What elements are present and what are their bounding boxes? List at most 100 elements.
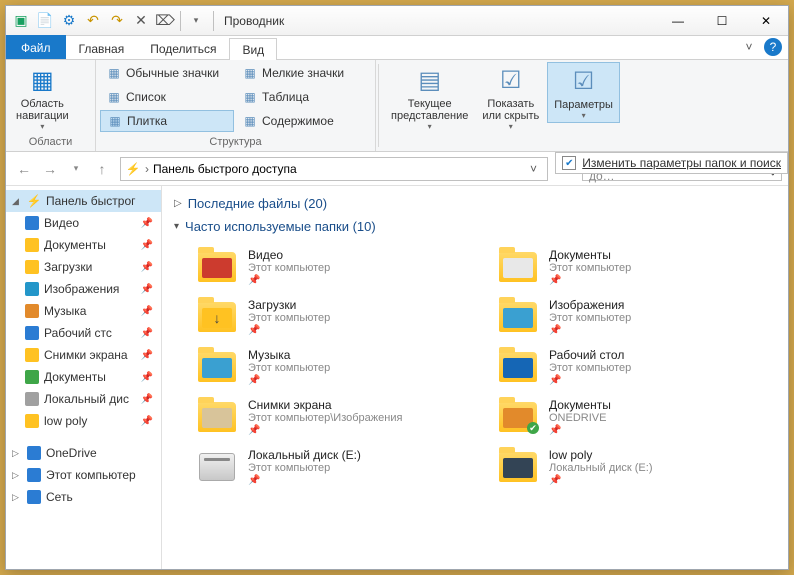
- sidebar-item-docs2[interactable]: Документы📌: [6, 366, 161, 388]
- sidebar-root-thispc[interactable]: ▷Этот компьютер: [6, 464, 161, 486]
- quick-access-star-icon: ⚡: [26, 193, 42, 209]
- quick-access-icon: ⚡: [125, 161, 141, 177]
- folder-location: Этот компьютер: [549, 362, 631, 374]
- folder-icon: [198, 402, 236, 432]
- sidebar-item-desktop[interactable]: Рабочий стс📌: [6, 322, 161, 344]
- layout-content[interactable]: ▦Содержимое: [236, 110, 370, 132]
- maximize-button[interactable]: ☐: [700, 7, 744, 35]
- sidebar-item-video[interactable]: Видео📌: [6, 212, 161, 234]
- folder-location: Этот компьютер: [248, 362, 330, 374]
- layout-icon: ▦: [242, 113, 258, 129]
- sidebar-item-docs[interactable]: Документы📌: [6, 234, 161, 256]
- folder-icon: [499, 452, 537, 482]
- folder-name: Изображения: [549, 298, 631, 312]
- options-submenu[interactable]: ✔ Изменить параметры папок и поиск: [555, 152, 788, 174]
- folder-icon: [499, 252, 537, 282]
- tab-file[interactable]: Файл: [6, 35, 66, 59]
- navigation-pane-button[interactable]: ▦ Область навигации ▾: [10, 62, 75, 133]
- back-button[interactable]: ←: [12, 157, 36, 181]
- folder-name: Документы: [549, 398, 611, 412]
- folder-name: Видео: [248, 248, 330, 262]
- address-text: Панель быстрого доступа: [153, 162, 297, 176]
- ribbon-collapse-icon[interactable]: ˅: [740, 38, 758, 56]
- qat-cut-icon[interactable]: ✕: [130, 10, 152, 32]
- folder-icon: [24, 391, 40, 407]
- group-layout-label: Структура: [100, 135, 371, 149]
- folder-tile[interactable]: ↓ЗагрузкиЭтот компьютер📌: [194, 294, 475, 340]
- folder-location: Этот компьютер: [549, 312, 631, 324]
- folder-tile[interactable]: ИзображенияЭтот компьютер📌: [495, 294, 776, 340]
- sidebar-item-lowpoly[interactable]: low poly📌: [6, 410, 161, 432]
- ribbon-tabs: Файл Главная Поделиться Вид ˅ ?: [6, 36, 788, 60]
- up-button[interactable]: ↑: [90, 157, 114, 181]
- address-dropdown-icon[interactable]: ˅: [524, 162, 543, 176]
- section-recent-files[interactable]: ▷ Последние файлы (20): [174, 194, 776, 217]
- minimize-button[interactable]: —: [656, 7, 700, 35]
- qat-new-file-icon[interactable]: 📄: [34, 10, 56, 32]
- folder-tile[interactable]: ДокументыЭтот компьютер📌: [495, 244, 776, 290]
- folder-icon: ✔: [499, 402, 537, 432]
- sidebar-root-onedrive[interactable]: ▷OneDrive: [6, 442, 161, 464]
- checkbox-icon: ✔: [562, 156, 576, 170]
- sidebar-item-disk_e[interactable]: Локальный дис📌: [6, 388, 161, 410]
- tab-home[interactable]: Главная: [66, 37, 138, 59]
- layout-icon: ▦: [107, 113, 123, 129]
- folder-tile[interactable]: ВидеоЭтот компьютер📌: [194, 244, 475, 290]
- folder-tile[interactable]: low polyЛокальный диск (E:)📌: [495, 444, 776, 490]
- options-icon: ☑: [568, 65, 600, 97]
- navigation-sidebar[interactable]: ◢ ⚡ Панель быстрог Видео📌Документы📌Загру…: [6, 186, 162, 569]
- pin-icon: 📌: [141, 284, 157, 295]
- qat-redo-icon[interactable]: ↷: [106, 10, 128, 32]
- qat-undo-icon[interactable]: ↶: [82, 10, 104, 32]
- disk-icon: [199, 453, 235, 481]
- folder-location: Этот компьютер\Изображения: [248, 412, 402, 424]
- sidebar-item-downloads[interactable]: Загрузки📌: [6, 256, 161, 278]
- layout-small_icons[interactable]: ▦Мелкие значки: [236, 62, 370, 84]
- options-button[interactable]: ☑ Параметры ▾: [547, 62, 620, 123]
- pin-icon: 📌: [141, 306, 157, 317]
- qat-delete-icon[interactable]: ⌦: [154, 10, 176, 32]
- address-bar[interactable]: ⚡ › Панель быстрого доступа ˅: [120, 157, 548, 181]
- pin-icon: 📌: [248, 475, 361, 486]
- layout-table[interactable]: ▦Таблица: [236, 86, 370, 108]
- folder-location: Локальный диск (E:): [549, 462, 653, 474]
- sidebar-item-screens[interactable]: Снимки экрана📌: [6, 344, 161, 366]
- folder-icon: [24, 259, 40, 275]
- layout-large_icons[interactable]: ▦Обычные значки: [100, 62, 234, 84]
- folder-icon: [24, 369, 40, 385]
- root-icon: [26, 445, 42, 461]
- folder-tile[interactable]: МузыкаЭтот компьютер📌: [194, 344, 475, 390]
- show-hide-button[interactable]: ☑ Показать или скрыть ▾: [476, 62, 545, 133]
- folder-icon: [24, 303, 40, 319]
- folder-tile[interactable]: Снимки экранаЭтот компьютер\Изображения📌: [194, 394, 475, 440]
- sidebar-root-network[interactable]: ▷Сеть: [6, 486, 161, 508]
- folder-name: Рабочий стол: [549, 348, 631, 362]
- folder-location: Этот компьютер: [248, 262, 330, 274]
- folder-tile[interactable]: Локальный диск (E:)Этот компьютер📌: [194, 444, 475, 490]
- pin-icon: 📌: [549, 475, 653, 486]
- pin-icon: 📌: [248, 375, 330, 386]
- folder-tile[interactable]: Рабочий столЭтот компьютер📌: [495, 344, 776, 390]
- tab-view[interactable]: Вид: [229, 38, 277, 60]
- qat-new-tab-icon[interactable]: ▣: [10, 10, 32, 32]
- sidebar-quick-access[interactable]: ◢ ⚡ Панель быстрог: [6, 190, 161, 212]
- layout-icon: ▦: [106, 65, 122, 81]
- close-button[interactable]: ✕: [744, 7, 788, 35]
- sidebar-item-music[interactable]: Музыка📌: [6, 300, 161, 322]
- help-icon[interactable]: ?: [764, 38, 782, 56]
- layout-tiles[interactable]: ▦Плитка: [100, 110, 234, 132]
- current-view-button[interactable]: ▤ Текущее представление ▾: [385, 62, 474, 133]
- layout-icon: ▦: [242, 65, 258, 81]
- group-areas-label: Области: [10, 135, 91, 149]
- sidebar-item-pictures[interactable]: Изображения📌: [6, 278, 161, 300]
- section-frequent-folders[interactable]: ▾ Часто используемые папки (10): [174, 217, 776, 240]
- folder-tile[interactable]: ✔ДокументыONEDRIVE📌: [495, 394, 776, 440]
- qat-customize-icon[interactable]: ▾: [185, 10, 207, 32]
- content-area[interactable]: ▷ Последние файлы (20) ▾ Часто используе…: [162, 186, 788, 569]
- recent-locations-button[interactable]: ▾: [64, 157, 88, 181]
- tab-share[interactable]: Поделиться: [137, 37, 229, 59]
- forward-button[interactable]: →: [38, 157, 62, 181]
- qat-properties-icon[interactable]: ⚙: [58, 10, 80, 32]
- current-view-icon: ▤: [414, 64, 446, 96]
- layout-list[interactable]: ▦Список: [100, 86, 234, 108]
